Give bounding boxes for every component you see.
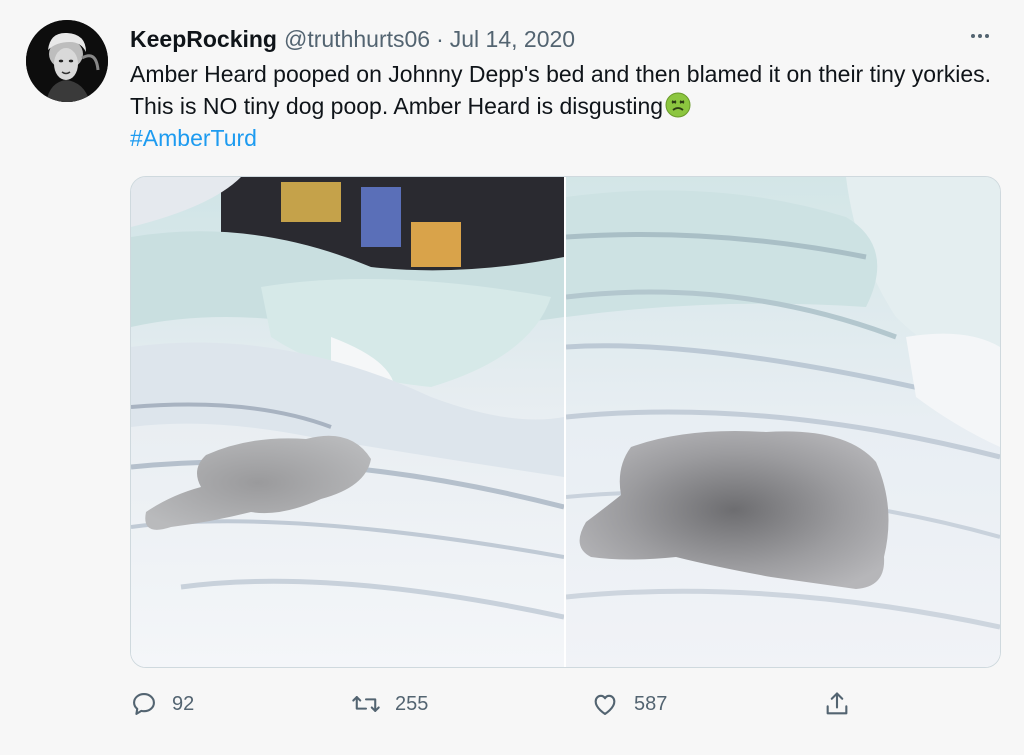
avatar-portrait-icon (26, 20, 108, 102)
display-name[interactable]: KeepRocking (130, 26, 277, 53)
action-bar: 92 255 587 (130, 686, 910, 722)
tweet-date[interactable]: Jul 14, 2020 (450, 26, 575, 53)
tweet-text: Amber Heard pooped on Johnny Depp's bed … (130, 58, 1010, 154)
hashtag-link[interactable]: #AmberTurd (130, 125, 257, 151)
bed-sheet-image-left (131, 177, 565, 667)
bed-sheet-image-right (565, 177, 1000, 667)
more-dots-icon (971, 34, 989, 38)
share-icon (826, 692, 848, 715)
tweet-body: Amber Heard pooped on Johnny Depp's bed … (130, 61, 992, 119)
like-button[interactable]: 587 (590, 686, 667, 722)
user-handle[interactable]: @truthhurts06 (284, 26, 430, 53)
more-options-button[interactable] (964, 20, 996, 52)
nauseated-face-emoji-icon (665, 92, 691, 118)
tweet-card: KeepRocking @truthhurts06 · Jul 14, 2020… (0, 0, 1024, 755)
photo-1[interactable] (131, 177, 565, 667)
reply-count: 92 (172, 692, 195, 715)
reply-button[interactable]: 92 (130, 686, 194, 722)
avatar[interactable] (26, 20, 108, 102)
like-icon (594, 694, 616, 715)
retweet-icon (352, 696, 380, 712)
photo-2[interactable] (565, 177, 1000, 667)
tweet-header: KeepRocking @truthhurts06 · Jul 14, 2020 (130, 24, 1004, 54)
retweet-count: 255 (395, 692, 429, 715)
media-grid (130, 176, 1001, 668)
reply-icon (133, 693, 155, 715)
like-count: 587 (634, 692, 668, 715)
share-button[interactable] (823, 686, 865, 722)
header-separator: · (436, 25, 444, 52)
retweet-button[interactable]: 255 (351, 686, 428, 722)
